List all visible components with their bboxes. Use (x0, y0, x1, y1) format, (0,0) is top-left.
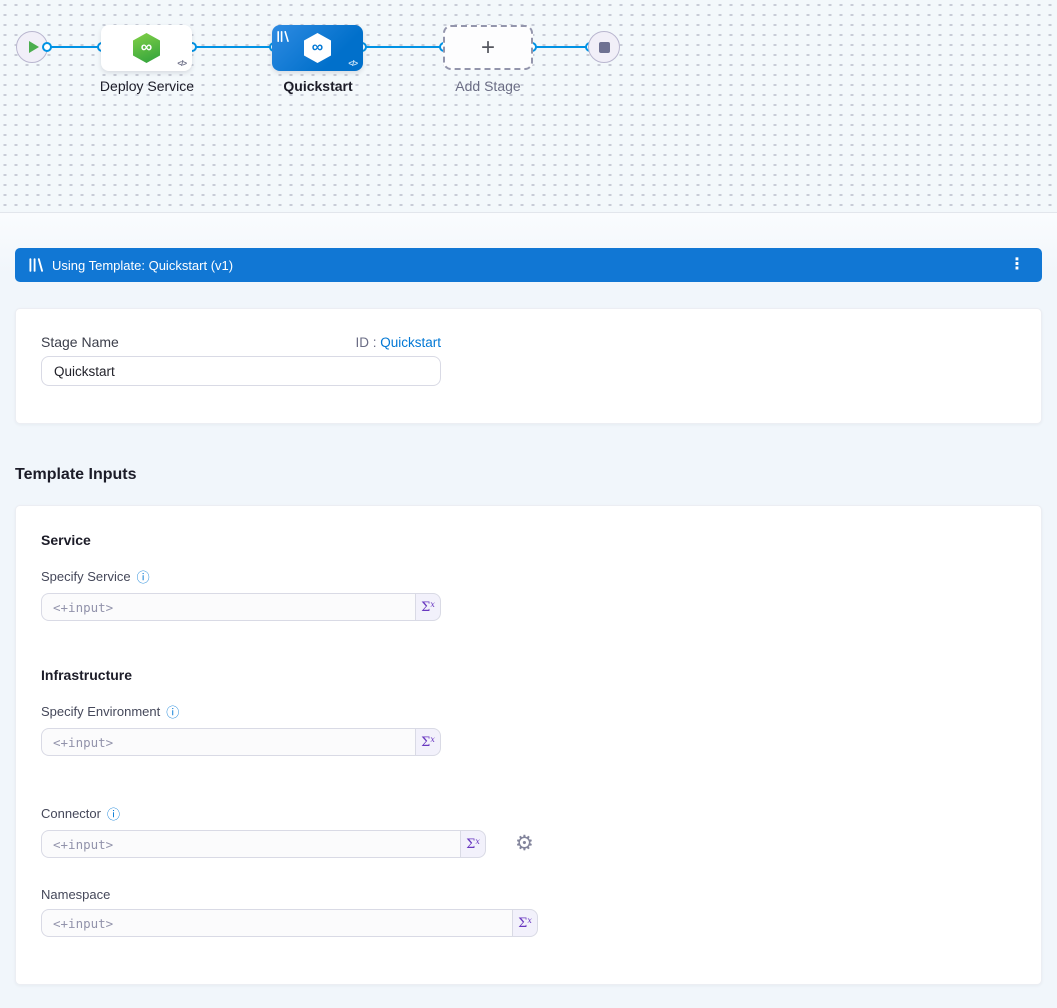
play-icon (29, 41, 39, 53)
template-inputs-heading: Template Inputs (15, 466, 1042, 484)
stage-id-prefix: ID : (355, 335, 376, 350)
connector-label: Connector (41, 806, 101, 821)
edge-quickstart-add (362, 46, 445, 48)
specify-service-input[interactable] (41, 593, 415, 621)
expression-button[interactable]: Σx (415, 728, 441, 756)
sigma-icon: Σ (466, 837, 475, 852)
stage-config-panel: Using Template: Quickstart (v1) ⋮ Stage … (0, 213, 1057, 985)
sigma-icon: Σ (421, 600, 430, 615)
infinity-glyph: ∞ (312, 39, 323, 57)
stage-node-quickstart[interactable]: ∞ </> (272, 25, 363, 71)
template-banner: Using Template: Quickstart (v1) ⋮ (15, 248, 1042, 282)
sigma-sup: x (527, 916, 532, 925)
edge-start-deploy (47, 46, 103, 48)
sigma-icon: Σ (518, 916, 527, 931)
info-icon[interactable]: ⓘ (166, 702, 179, 721)
stop-icon (599, 42, 610, 53)
sigma-sup: x (430, 735, 435, 744)
template-library-icon (277, 29, 289, 47)
add-stage-button[interactable]: + (443, 25, 533, 70)
sigma-sup: x (430, 600, 435, 609)
template-banner-label: Using Template: Quickstart (v1) (52, 258, 1006, 273)
edge-add-stop (532, 46, 591, 48)
info-icon[interactable]: ⓘ (107, 804, 120, 823)
stage-node-deploy-service[interactable]: ∞ </> (101, 25, 192, 71)
expression-button[interactable]: Σx (460, 830, 486, 858)
cd-stage-icon: ∞ (133, 33, 160, 63)
edge-deploy-quickstart (192, 46, 275, 48)
expression-button[interactable]: Σx (512, 909, 538, 937)
code-icon: </> (348, 59, 357, 68)
template-library-icon (29, 258, 43, 272)
specify-environment-input[interactable] (41, 728, 415, 756)
pipeline-stop-node (588, 31, 620, 63)
infrastructure-section-heading: Infrastructure (41, 667, 1016, 683)
pipeline-canvas[interactable]: ∞ </> ∞ </> + Deploy Service Quickstart … (0, 0, 1057, 213)
stage-name-input[interactable] (41, 356, 441, 386)
info-icon[interactable]: ⓘ (137, 567, 150, 586)
stage-name-label: Stage Name (41, 334, 119, 350)
kebab-menu-icon[interactable]: ⋮ (1006, 257, 1028, 273)
connector-input[interactable] (41, 830, 460, 858)
stage-name-card: Stage Name ID : Quickstart (15, 308, 1042, 424)
specify-service-label: Specify Service (41, 569, 131, 584)
stage-id-link[interactable]: Quickstart (380, 335, 441, 350)
stage-label-deploy-service: Deploy Service (77, 78, 217, 94)
sigma-sup: x (475, 837, 480, 846)
specify-environment-label: Specify Environment (41, 704, 160, 719)
stage-label-quickstart: Quickstart (248, 78, 388, 94)
stage-id: ID : Quickstart (355, 335, 441, 350)
code-icon: </> (177, 59, 186, 68)
service-section-heading: Service (41, 532, 1016, 548)
settings-gear-icon[interactable]: ⚙ (515, 830, 534, 858)
expression-button[interactable]: Σx (415, 593, 441, 621)
sigma-icon: Σ (421, 735, 430, 750)
port (42, 42, 52, 52)
template-inputs-card: Service Specify Service ⓘ Σx Infrastruct… (15, 505, 1042, 985)
namespace-input[interactable] (41, 909, 512, 937)
stage-label-add-stage: Add Stage (418, 78, 558, 94)
plus-icon: + (481, 34, 495, 62)
infinity-glyph: ∞ (141, 39, 152, 57)
cd-stage-icon: ∞ (304, 33, 331, 63)
namespace-label: Namespace (41, 887, 110, 902)
